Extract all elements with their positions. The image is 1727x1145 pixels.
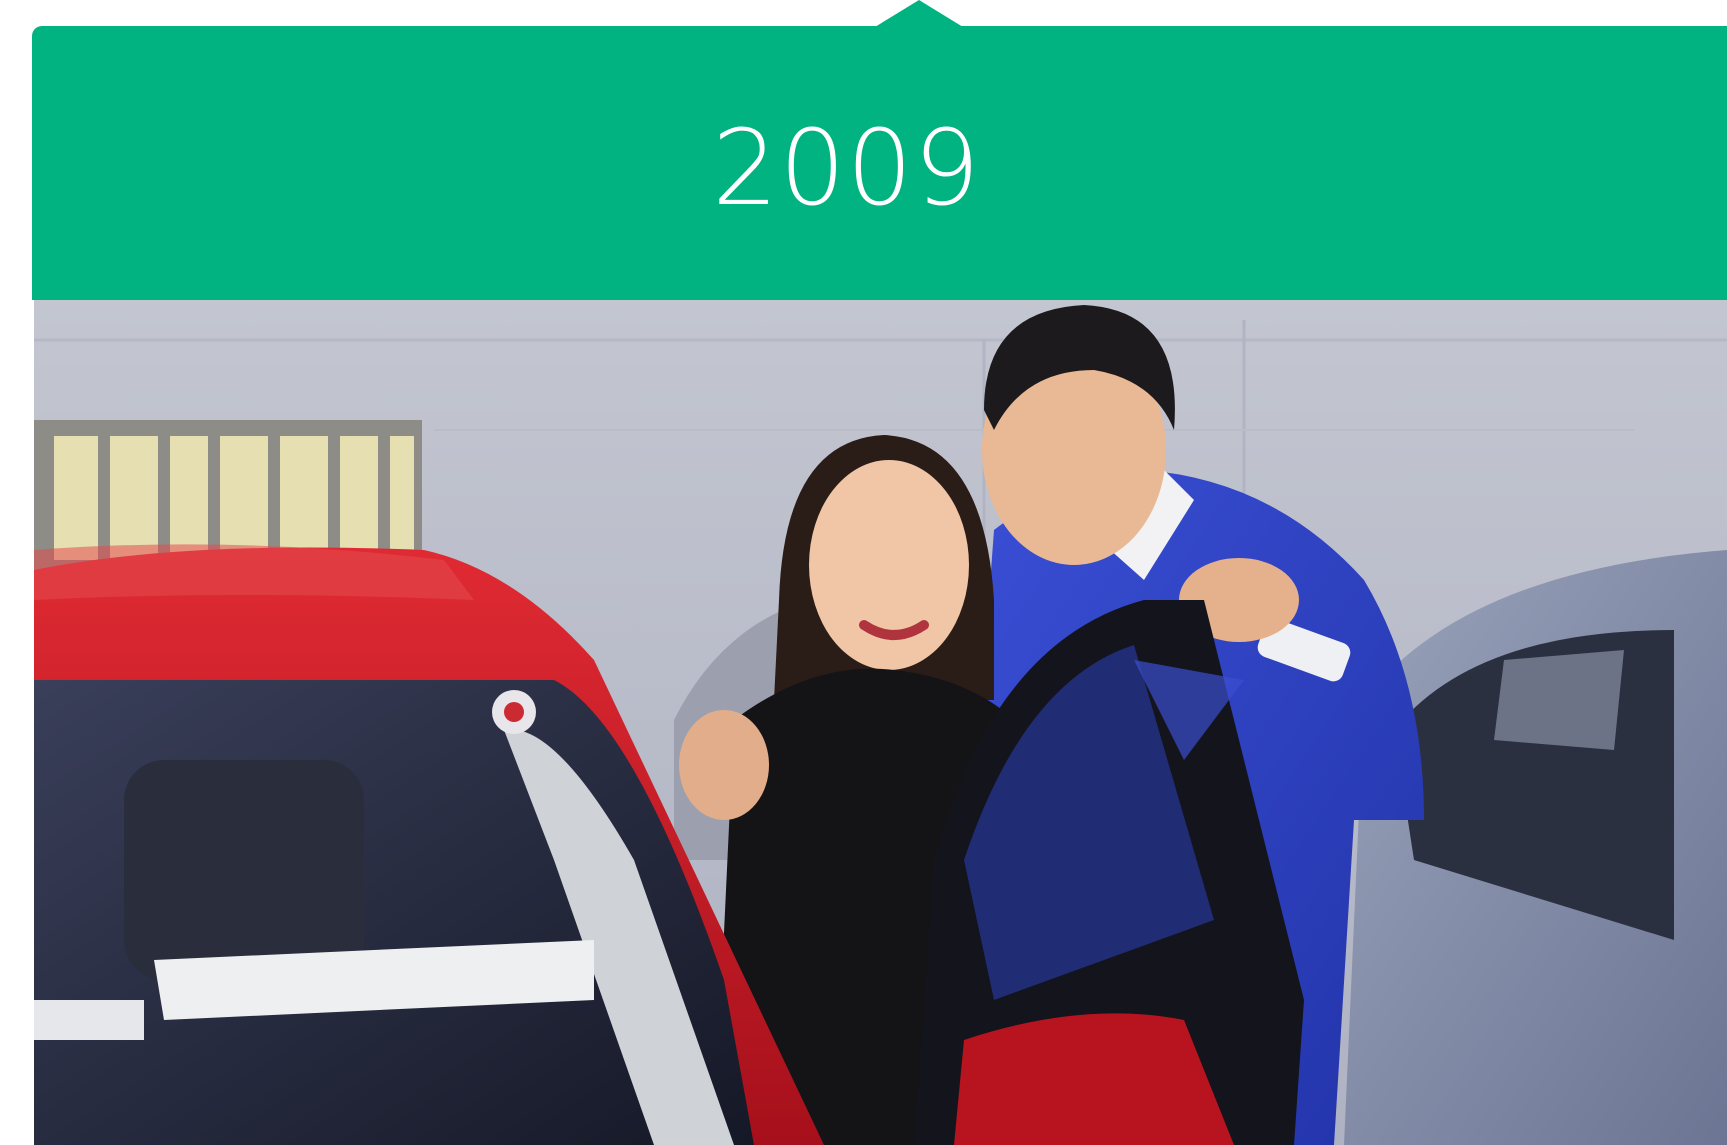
timeline-photo [34,300,1727,1145]
year-label: 2009 [712,107,981,229]
photo-couple-with-car-icon [34,300,1727,1145]
timeline-card: 2009 [32,0,1727,1145]
year-banner: 2009 [32,0,1727,300]
banner-pointer-arrow [875,0,963,27]
